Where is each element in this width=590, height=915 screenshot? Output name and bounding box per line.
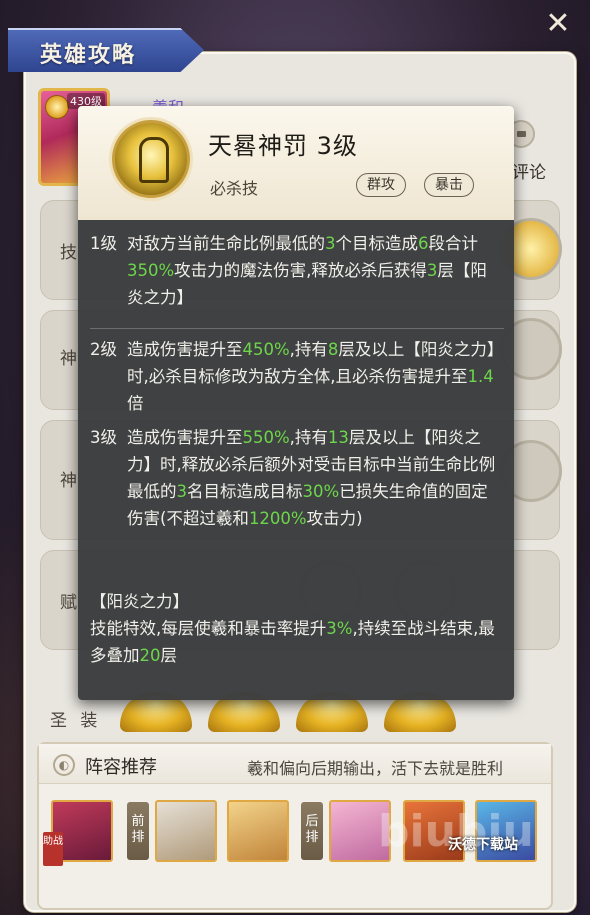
highlight-value: 8	[327, 340, 339, 359]
highlight-value: 1.4	[467, 367, 494, 386]
title-banner: 英雄攻略	[8, 28, 204, 72]
level-text: 对敌方当前生命比例最低的3个目标造成6段合计350%攻击力的魔法伤害,释放必杀后…	[127, 230, 497, 311]
highlight-value: 3	[426, 261, 438, 280]
description-text: ,持有	[289, 428, 328, 447]
highlight-value: 6	[418, 234, 429, 253]
front-row-tag: 前排	[127, 802, 149, 860]
back-row-tag: 后排	[301, 802, 323, 860]
lineup-emblem-icon: ◐	[53, 754, 75, 776]
level-text: 造成伤害提升至450%,持有8层及以上【阳炎之力】时,必杀目标修改为敌方全体,且…	[127, 336, 497, 417]
watermark-text: 沃德下载站	[448, 837, 518, 853]
description-text: 技能特效,每层使羲和暴击率提升	[90, 619, 327, 638]
lineup-hero-thumb[interactable]	[227, 800, 289, 862]
description-text: 造成伤害提升至	[127, 340, 243, 359]
description-text: 对敌方当前生命比例最低的	[127, 234, 325, 253]
highlight-value: 3%	[326, 619, 353, 638]
description-text: 名目标造成目标	[187, 482, 303, 501]
buff-description: 【阳炎之力】 技能特效,每层使羲和暴击率提升3%,持续至战斗结束,最多叠加20层	[90, 588, 504, 669]
highlight-value: 20	[139, 646, 161, 665]
lineup-note: 羲和偏向后期输出，活下去就是胜利	[247, 759, 504, 778]
highlight-value: 1200%	[248, 509, 307, 528]
divider	[90, 328, 504, 329]
highlight-value: 550%	[242, 428, 290, 447]
description-text: ,持有	[289, 340, 328, 359]
level-number: 1级	[90, 234, 117, 253]
row-label-divine-2: 神	[60, 471, 77, 491]
row-label-talent: 赋	[60, 593, 77, 613]
description-text: 个目标造成	[335, 234, 419, 253]
lineup-hero-thumb[interactable]	[155, 800, 217, 862]
page-title: 英雄攻略	[40, 42, 137, 68]
row-label-skill: 技	[60, 243, 77, 263]
highlight-value: 13	[327, 428, 349, 447]
aid-tag: 助战	[43, 832, 63, 866]
skill-type: 必杀技	[210, 179, 259, 198]
level-number: 3级	[90, 428, 117, 447]
description-text: 层	[160, 646, 178, 665]
level-text: 造成伤害提升至550%,持有13层及以上【阳炎之力】时,释放必杀后额外对受击目标…	[127, 424, 497, 532]
skill-tooltip-header: 天晷神罚 3级 必杀技 群攻 暴击	[78, 106, 514, 220]
highlight-value: 3	[176, 482, 188, 501]
description-text: 攻击力)	[306, 509, 363, 528]
highlight-value: 30%	[302, 482, 340, 501]
lineup-title: 阵容推荐	[85, 757, 157, 778]
description-text: 造成伤害提升至	[127, 428, 243, 447]
ultimate-skill-icon	[112, 120, 190, 198]
buff-title: 【阳炎之力】	[90, 592, 189, 611]
close-button[interactable]: ✕	[540, 6, 576, 42]
description-text: 攻击力的魔法伤害,释放必杀后获得	[174, 261, 427, 280]
level-number: 2级	[90, 340, 117, 359]
row-label-divine-1: 神	[60, 349, 77, 369]
highlight-value: 450%	[242, 340, 290, 359]
description-text: 段合计	[428, 234, 479, 253]
comment-label[interactable]: 评论	[512, 158, 546, 183]
row-label-saint-gear: 圣 装	[50, 711, 102, 731]
skill-name: 天晷神罚 3级	[208, 132, 358, 160]
skill-tooltip: 天晷神罚 3级 必杀技 群攻 暴击 1级 对敌方当前生命比例最低的3个目标造成6…	[78, 106, 514, 700]
highlight-value: 3	[325, 234, 336, 253]
sun-element-icon	[45, 95, 69, 119]
lineup-header: ◐ 阵容推荐 羲和偏向后期输出，活下去就是胜利	[39, 744, 551, 784]
highlight-value: 350%	[127, 261, 175, 280]
skill-tag-crit: 暴击	[424, 173, 474, 197]
skill-tag-aoe: 群攻	[356, 173, 406, 197]
description-text: 倍	[127, 394, 144, 413]
buff-text: 技能特效,每层使羲和暴击率提升3%,持续至战斗结束,最多叠加20层	[90, 615, 504, 669]
